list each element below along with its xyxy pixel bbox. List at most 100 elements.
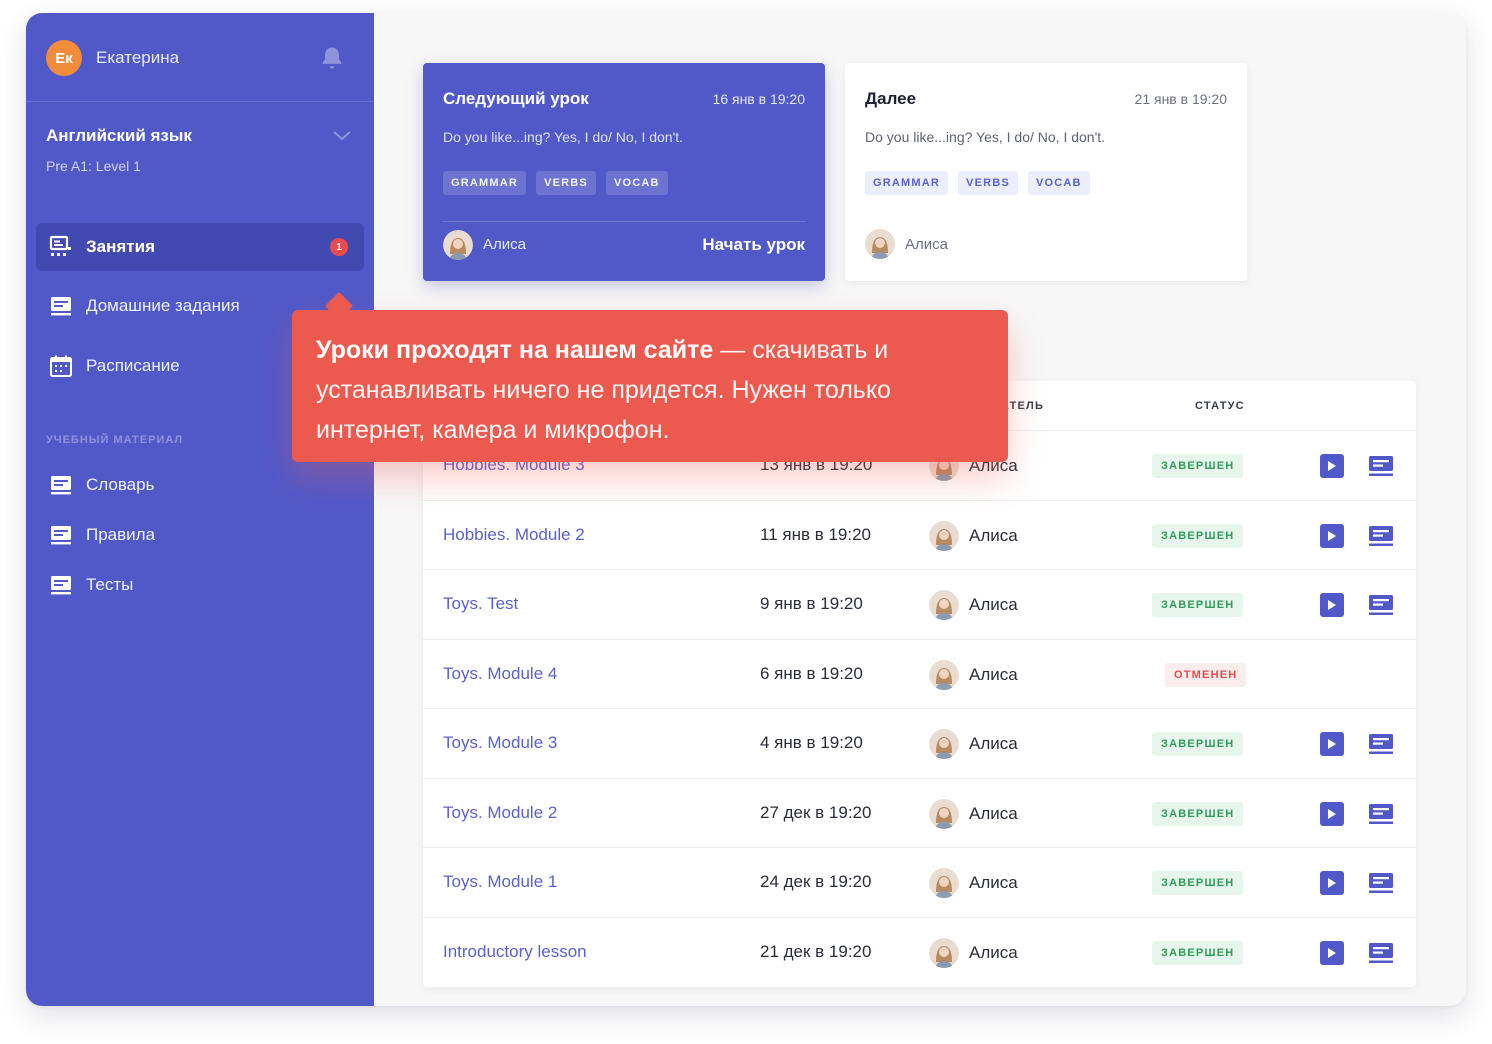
lesson-teacher: Алиса <box>929 729 1018 759</box>
lesson-link[interactable]: Introductory lesson <box>443 942 587 962</box>
lesson-link[interactable]: Toys. Test <box>443 594 518 614</box>
lesson-date: 6 янв в 19:20 <box>760 663 863 683</box>
lesson-date: 4 янв в 19:20 <box>760 733 863 752</box>
start-lesson-button[interactable]: Начать урок <box>702 235 805 255</box>
lesson-notes-icon[interactable] <box>1368 871 1394 895</box>
play-recording-button[interactable] <box>1320 871 1344 895</box>
lesson-notes-icon[interactable] <box>1368 593 1394 617</box>
sidebar-item-dictionary[interactable]: Словарь <box>36 461 364 509</box>
status-badge: ЗАВЕРШЕН <box>1152 454 1244 478</box>
tag: VERBS <box>536 171 596 195</box>
lesson-date: 27 дек в 19:20 <box>760 802 872 822</box>
lesson-teacher: Алиса <box>929 659 1018 690</box>
user-name: Екатерина <box>96 48 180 67</box>
card-description: Do you like...ing? Yes, I do/ No, I don'… <box>443 129 684 145</box>
sidebar-divider <box>26 101 374 102</box>
table-row: Toys. Module 2 27 дек в 19:20 Алиса ЗАВЕРШЕ… <box>423 779 1416 848</box>
tag: GRAMMAR <box>865 171 949 195</box>
upcoming-lesson-card: Далее 21 янв в 19:20 Do you like...ing? … <box>845 63 1247 281</box>
course-title: Английский язык <box>46 126 192 145</box>
sidebar: Ек Екатерина Английский язык Pre A1: Lev… <box>26 13 374 1006</box>
column-header-status: СТАТУС <box>1195 400 1245 412</box>
play-icon <box>1328 530 1336 541</box>
status-badge: ЗАВЕРШЕН <box>1152 593 1244 617</box>
lesson-teacher: Алиса <box>929 798 1018 829</box>
sidebar-item-label: Занятия <box>86 237 155 256</box>
lesson-notes-icon[interactable] <box>1368 732 1394 756</box>
play-recording-button[interactable] <box>1320 593 1344 617</box>
sidebar-item-label: Правила <box>86 525 156 544</box>
card-date: 21 янв в 19:20 <box>1134 91 1227 107</box>
lesson-link[interactable]: Toys. Module 4 <box>443 664 557 684</box>
tag: VOCAB <box>605 171 668 195</box>
play-icon <box>1328 878 1336 888</box>
table-row: Introductory lesson 21 дек в 19:20 Алиса ЗА… <box>423 918 1416 988</box>
lesson-teacher: Алиса <box>929 937 1018 968</box>
status-badge: ЗАВЕРШЕН <box>1152 940 1244 965</box>
card-footer: Алиса Начать урок <box>443 221 805 267</box>
sidebar-item-label: Словарь <box>86 475 155 494</box>
lesson-notes-icon[interactable] <box>1368 524 1394 548</box>
play-recording-button[interactable] <box>1320 940 1344 965</box>
lesson-notes-icon[interactable] <box>1368 802 1394 826</box>
course-level: Pre A1: Level 1 <box>46 158 141 174</box>
tag: VERBS <box>958 171 1018 195</box>
rules-icon <box>51 526 71 545</box>
play-recording-button[interactable] <box>1320 801 1344 826</box>
lessons-icon <box>49 235 71 256</box>
teacher-avatar <box>929 590 959 620</box>
table-row: Toys. Test 9 янв в 19:20 Алиса ЗАВЕРШЕН <box>423 570 1416 640</box>
teacher-name: Алиса <box>483 236 526 253</box>
card-date: 16 янв в 19:20 <box>712 91 805 107</box>
lesson-link[interactable]: Toys. Module 2 <box>443 803 557 823</box>
status-badge: ЗАВЕРШЕН <box>1152 523 1244 548</box>
teacher-avatar <box>929 659 959 690</box>
lesson-teacher: Алиса <box>929 868 1018 898</box>
sidebar-item-label: Расписание <box>86 356 180 375</box>
teacher-avatar <box>929 729 959 759</box>
table-body: Hobbies. Module 3 13 янв в 19:20 Алиса ЗАВЕ… <box>423 431 1416 987</box>
lesson-date: 11 янв в 19:20 <box>760 524 872 544</box>
teacher-avatar <box>865 229 895 259</box>
play-icon <box>1328 739 1336 749</box>
teacher-avatar <box>929 868 959 898</box>
course-selector[interactable]: Английский язык Pre A1: Level 1 <box>46 126 354 174</box>
user-profile[interactable]: Ек Екатерина <box>46 40 354 76</box>
section-label-materials: УЧЕБНЫЙ МАТЕРИАЛ <box>46 434 184 446</box>
user-avatar: Ек <box>46 40 82 76</box>
calendar-icon <box>50 355 72 377</box>
lesson-teacher: Алиса <box>929 520 1018 551</box>
tag: VOCAB <box>1027 171 1090 195</box>
app-window: Ек Екатерина Английский язык Pre A1: Lev… <box>26 13 1466 1006</box>
teacher-avatar <box>929 798 959 829</box>
teacher-name: Алиса <box>969 734 1018 753</box>
card-title: Далее <box>865 89 917 108</box>
card-footer: Алиса <box>865 221 1227 267</box>
bell-icon[interactable] <box>318 44 346 72</box>
chevron-down-icon[interactable] <box>330 124 354 148</box>
table-row: Toys. Module 1 24 дек в 19:20 Алиса ЗАВЕРШЕ… <box>423 848 1416 918</box>
play-recording-button[interactable] <box>1320 454 1344 478</box>
tag-list: GRAMMAR VERBS VOCAB <box>865 171 1227 195</box>
card-description: Do you like...ing? Yes, I do/ No, I don'… <box>865 129 1106 145</box>
lesson-date: 21 дек в 19:20 <box>760 941 872 961</box>
next-lesson-card: Следующий урок 16 янв в 19:20 Do you lik… <box>423 63 825 281</box>
lesson-link[interactable]: Toys. Module 3 <box>443 733 557 753</box>
sidebar-item-tests[interactable]: Тесты <box>36 561 364 609</box>
table-row: Hobbies. Module 2 11 янв в 19:20 Алиса ЗАВЕ… <box>423 501 1416 570</box>
lesson-link[interactable]: Hobbies. Module 2 <box>443 525 585 545</box>
status-badge: ЗАВЕРШЕН <box>1152 732 1244 756</box>
play-recording-button[interactable] <box>1320 523 1344 548</box>
lesson-notes-icon[interactable] <box>1368 941 1394 965</box>
lesson-link[interactable]: Toys. Module 1 <box>443 872 557 892</box>
sidebar-item-rules[interactable]: Правила <box>36 511 364 559</box>
lessons-table: АТЕЛЬ СТАТУС Hobbies. Module 3 13 янв в 1… <box>423 381 1416 987</box>
sidebar-item-lessons[interactable]: Занятия 1 <box>36 223 364 271</box>
status-badge: ЗАВЕРШЕН <box>1152 871 1244 895</box>
tag: GRAMMAR <box>443 171 527 195</box>
teacher-avatar <box>929 520 959 551</box>
lesson-notes-icon[interactable] <box>1368 454 1394 478</box>
teacher-avatar <box>443 229 473 260</box>
play-recording-button[interactable] <box>1320 732 1344 756</box>
teacher-name: Алиса <box>905 235 948 253</box>
